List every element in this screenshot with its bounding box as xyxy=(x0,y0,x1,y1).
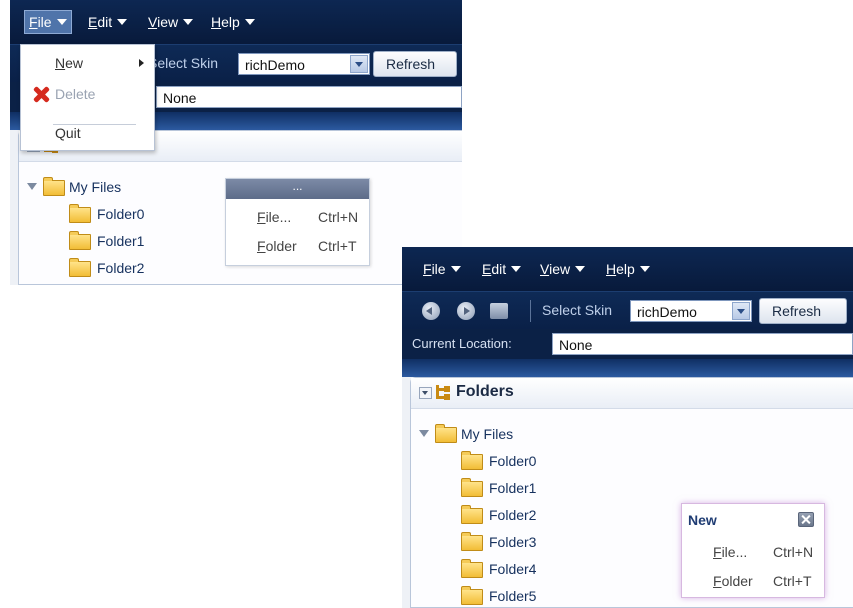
back-icon[interactable] xyxy=(422,302,440,320)
hierarchy-icon xyxy=(436,385,450,400)
new-context-menu: New File... Ctrl+N Folder Ctrl+T xyxy=(681,503,825,598)
tree-node-label: Folder2 xyxy=(489,507,537,523)
context-menu-title: New xyxy=(688,512,717,528)
header-band xyxy=(402,359,853,377)
refresh-button[interactable]: Refresh xyxy=(759,298,847,324)
chevron-down-icon xyxy=(511,266,522,272)
menu-item-quit[interactable]: Quit xyxy=(21,121,154,145)
menu-bar: File Edit View Help xyxy=(10,0,462,44)
folder-icon xyxy=(461,586,483,605)
tree-node-label: My Files xyxy=(461,426,514,442)
select-skin-label: Select Skin xyxy=(542,302,613,318)
refresh-button[interactable]: Refresh xyxy=(373,51,457,77)
folder-icon xyxy=(461,451,483,470)
chevron-down-icon xyxy=(56,19,67,25)
select-skin-label: Select Skin xyxy=(148,55,219,71)
tree-node-label: Folder0 xyxy=(97,206,145,222)
tree-node-label: Folder4 xyxy=(489,561,537,577)
shortcut-text: Ctrl+N xyxy=(773,544,814,560)
context-menu: ... File... Ctrl+N Folder Ctrl+T xyxy=(225,178,370,266)
close-icon[interactable] xyxy=(798,512,814,527)
folder-icon xyxy=(461,505,483,524)
tree-node-label: Folder1 xyxy=(489,480,537,496)
file-dropdown-menu: New Delete Quit xyxy=(20,44,155,151)
toolbar: Select Skin richDemo Refresh xyxy=(402,291,853,330)
menu-item-new-folder[interactable]: Folder Ctrl+T xyxy=(682,569,824,593)
folder-icon xyxy=(69,204,91,223)
chevron-down-icon xyxy=(639,266,650,272)
skin-select-value: richDemo xyxy=(245,57,305,73)
context-menu-header: New xyxy=(682,504,824,534)
menu-item-new-file[interactable]: File... Ctrl+N xyxy=(682,540,824,564)
forward-icon[interactable] xyxy=(457,302,475,320)
shortcut-text: Ctrl+N xyxy=(318,209,359,225)
chevron-down-icon[interactable] xyxy=(732,302,750,320)
context-menu-title: ... xyxy=(226,179,369,199)
chevron-down-icon xyxy=(450,266,461,272)
toolbar-divider xyxy=(530,300,531,322)
chevron-down-icon xyxy=(183,19,194,25)
folder-icon xyxy=(461,559,483,578)
menu-view[interactable]: View xyxy=(536,258,589,280)
delete-x-icon xyxy=(32,85,50,103)
location-label: Current Location: xyxy=(412,336,512,351)
chevron-down-icon xyxy=(244,19,255,25)
menu-help[interactable]: Help xyxy=(602,258,654,280)
chevron-down-icon[interactable] xyxy=(350,55,368,73)
menu-item-new-folder[interactable]: Folder Ctrl+T xyxy=(226,234,369,258)
folder-icon xyxy=(43,177,65,196)
collapse-icon[interactable] xyxy=(419,387,432,399)
tree-node-label: Folder2 xyxy=(97,260,145,276)
folder-icon xyxy=(461,532,483,551)
folder-icon xyxy=(461,478,483,497)
skin-select-value: richDemo xyxy=(637,304,697,320)
chevron-down-icon xyxy=(117,19,128,25)
submenu-arrow-icon xyxy=(139,59,144,67)
tree-node-label: Folder5 xyxy=(489,588,537,604)
tree-node-label: Folder3 xyxy=(489,534,537,550)
folder-icon xyxy=(435,424,457,443)
menu-item-new-file[interactable]: File... Ctrl+N xyxy=(226,205,369,229)
panel-header: Folders xyxy=(411,378,853,409)
menu-bar: File Edit View Help xyxy=(402,247,853,291)
menu-file[interactable]: File xyxy=(24,10,72,34)
chevron-down-icon xyxy=(575,266,586,272)
skin-select[interactable]: richDemo xyxy=(238,53,370,75)
folder-icon xyxy=(69,231,91,250)
shortcut-text: Ctrl+T xyxy=(773,573,812,589)
menu-help[interactable]: Help xyxy=(207,11,259,33)
menu-item-delete: Delete xyxy=(21,82,154,106)
menu-edit[interactable]: Edit xyxy=(84,11,131,33)
tree-node-label: My Files xyxy=(69,179,122,195)
tree-node-label: Folder1 xyxy=(97,233,145,249)
location-field[interactable]: None xyxy=(552,333,853,355)
location-field[interactable]: None xyxy=(156,86,462,108)
up-folder-icon[interactable] xyxy=(490,303,508,319)
menu-item-new[interactable]: New xyxy=(21,51,154,75)
shortcut-text: Ctrl+T xyxy=(318,238,357,254)
menu-view[interactable]: View xyxy=(144,11,197,33)
expand-triangle-icon[interactable] xyxy=(27,183,37,190)
screenshot-file-menu-open: File Edit View Help Select Skin richDemo… xyxy=(10,0,462,285)
menu-edit[interactable]: Edit xyxy=(478,258,525,280)
location-bar: Current Location: None xyxy=(402,329,853,359)
panel-title: Folders xyxy=(456,383,514,400)
menu-file[interactable]: File xyxy=(419,258,465,280)
folder-icon xyxy=(69,258,91,277)
tree-node-label: Folder0 xyxy=(489,453,537,469)
skin-select[interactable]: richDemo xyxy=(630,300,752,322)
expand-triangle-icon[interactable] xyxy=(419,430,429,437)
